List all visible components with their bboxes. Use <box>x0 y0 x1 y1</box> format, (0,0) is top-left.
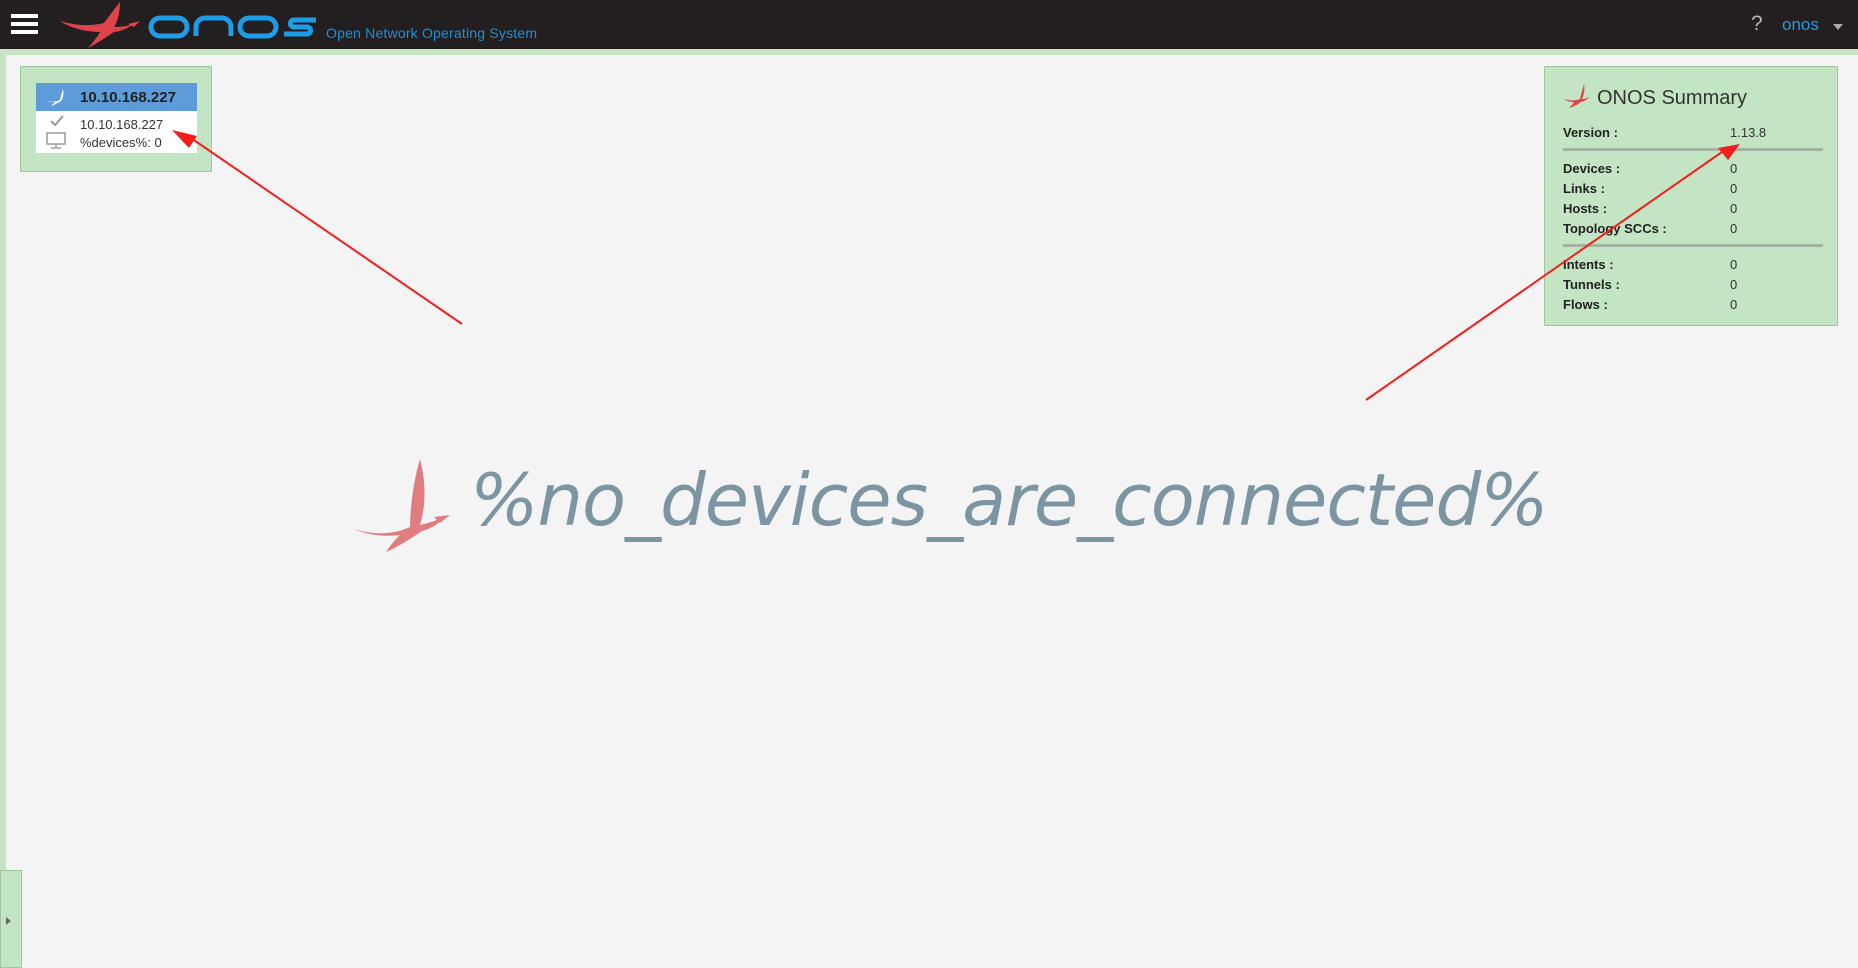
summary-label: Topology SCCs : <box>1563 221 1667 236</box>
check-icon <box>50 115 64 127</box>
summary-value: 0 <box>1730 161 1738 176</box>
chevron-right-icon <box>6 917 11 925</box>
hamburger-menu-button[interactable] <box>11 14 38 35</box>
summary-value: 0 <box>1730 181 1738 196</box>
onos-wordmark <box>148 15 316 39</box>
instance-panel: 10.10.168.227 10.10.168.227 %devices%: 0 <box>20 66 212 172</box>
summary-label: Intents : <box>1563 257 1614 272</box>
summary-panel: ONOS Summary Version : 1.13.8 Devices : … <box>1544 66 1838 326</box>
question-mark-icon[interactable]: ? <box>1751 12 1763 36</box>
summary-label: Flows : <box>1563 297 1608 312</box>
hamburger-icon-line <box>11 22 38 26</box>
hamburger-icon-line <box>11 30 38 34</box>
summary-label: Tunnels : <box>1563 277 1620 292</box>
summary-value: 1.13.8 <box>1730 125 1767 140</box>
summary-title: ONOS Summary <box>1597 87 1748 109</box>
caret-down-icon[interactable] <box>1833 24 1843 30</box>
no-devices-message: %no_devices_are_connected% <box>470 458 1549 542</box>
summary-value: 0 <box>1730 297 1738 312</box>
summary-value: 0 <box>1730 221 1738 236</box>
topbar-divider <box>0 49 1858 55</box>
left-edge-strip <box>0 55 6 968</box>
instance-header[interactable]: 10.10.168.227 <box>36 83 197 111</box>
summary-value: 0 <box>1730 277 1738 292</box>
monitor-icon <box>46 132 66 149</box>
top-bar: Open Network Operating System ? onos <box>0 0 1858 49</box>
instance-title: 10.10.168.227 <box>80 89 176 106</box>
logo-subtitle: Open Network Operating System <box>326 25 538 41</box>
instance-devices-value: 0 <box>154 135 162 150</box>
instance-devices-label: %devices%: <box>80 135 151 150</box>
hamburger-icon-line <box>11 14 38 18</box>
summary-label: Links : <box>1563 181 1605 196</box>
user-menu-label[interactable]: onos <box>1782 15 1819 35</box>
onos-bird-icon <box>60 2 140 48</box>
summary-label: Devices : <box>1563 161 1621 176</box>
summary-divider <box>1563 244 1823 247</box>
summary-label: Version : <box>1563 125 1618 140</box>
instance-details: 10.10.168.227 %devices%: 0 <box>36 111 197 153</box>
annotation-arrow-line <box>187 135 463 325</box>
summary-value: 0 <box>1730 201 1738 216</box>
onos-bird-icon <box>1564 84 1589 108</box>
side-panel-toggle[interactable] <box>0 870 22 968</box>
summary-divider <box>1563 148 1823 151</box>
instance-ip: 10.10.168.227 <box>80 117 164 132</box>
onos-bird-icon <box>354 459 450 552</box>
summary-label: Hosts : <box>1563 201 1608 216</box>
onos-bird-icon <box>47 89 64 106</box>
instance-devices: %devices%: 0 <box>80 135 162 150</box>
summary-value: 0 <box>1730 257 1738 272</box>
